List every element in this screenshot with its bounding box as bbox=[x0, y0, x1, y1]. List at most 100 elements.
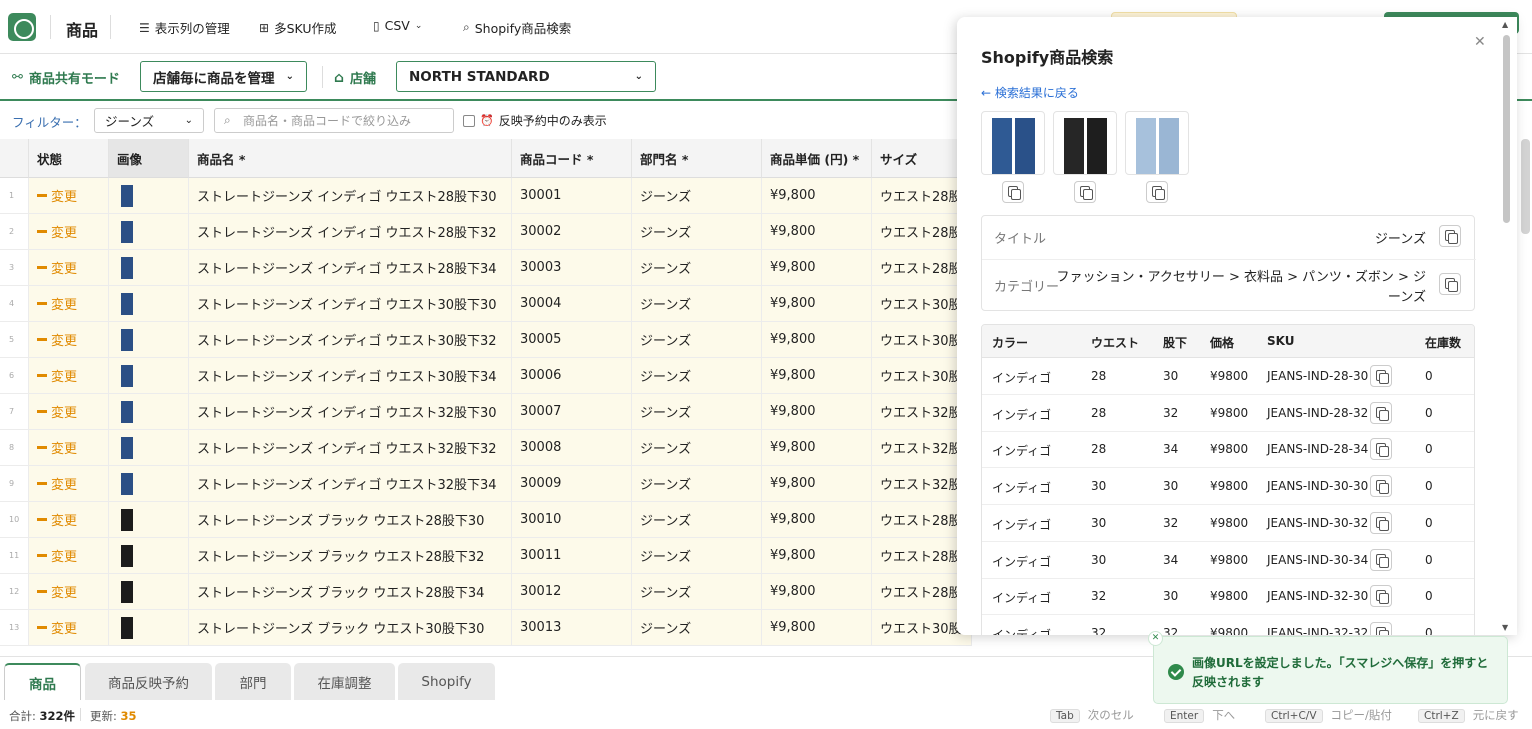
table-row[interactable]: 9 変更 ストレートジーンズ インディゴ ウエスト32股下34 30009 ジーンズ ¥9… bbox=[0, 466, 972, 502]
code-cell[interactable]: 30002 bbox=[512, 214, 632, 250]
name-cell[interactable]: ストレートジーンズ インディゴ ウエスト30股下34 bbox=[189, 358, 512, 394]
table-row[interactable]: 6 変更 ストレートジーンズ インディゴ ウエスト30股下34 30006 ジーンズ ¥9… bbox=[0, 358, 972, 394]
department-cell[interactable]: ジーンズ bbox=[632, 286, 762, 322]
status-cell[interactable]: 変更 bbox=[29, 466, 109, 502]
price-cell[interactable]: ¥9,800 bbox=[762, 610, 872, 646]
image-cell[interactable] bbox=[109, 538, 189, 574]
back-to-results-link[interactable]: ← 検索結果に戻る bbox=[981, 84, 1079, 101]
table-row[interactable]: 10 変更 ストレートジーンズ ブラック ウエスト28股下30 30010 ジーンズ ¥9… bbox=[0, 502, 972, 538]
status-cell[interactable]: 変更 bbox=[29, 178, 109, 214]
code-cell[interactable]: 30006 bbox=[512, 358, 632, 394]
table-row[interactable]: 8 変更 ストレートジーンズ インディゴ ウエスト32股下32 30008 ジーンズ ¥9… bbox=[0, 430, 972, 466]
shopify-search-button[interactable]: ⌕ Shopify商品検索 bbox=[463, 18, 571, 37]
product-image-indigo[interactable] bbox=[981, 111, 1045, 175]
copy-icon[interactable] bbox=[1370, 475, 1392, 498]
price-cell[interactable]: ¥9,800 bbox=[762, 394, 872, 430]
table-row[interactable]: 4 変更 ストレートジーンズ インディゴ ウエスト30股下30 30004 ジーンズ ¥9… bbox=[0, 286, 972, 322]
column-header-status[interactable]: 状態 bbox=[29, 139, 109, 178]
image-cell[interactable] bbox=[109, 610, 189, 646]
table-row[interactable]: 1 変更 ストレートジーンズ インディゴ ウエスト28股下30 30001 ジーンズ ¥9… bbox=[0, 178, 972, 214]
tab-products[interactable]: 商品 bbox=[4, 663, 81, 700]
code-cell[interactable]: 30008 bbox=[512, 430, 632, 466]
status-cell[interactable]: 変更 bbox=[29, 358, 109, 394]
store-select[interactable]: NORTH STANDARD ⌄ bbox=[396, 61, 656, 92]
price-cell[interactable]: ¥9,800 bbox=[762, 214, 872, 250]
price-cell[interactable]: ¥9,800 bbox=[762, 430, 872, 466]
code-cell[interactable]: 30001 bbox=[512, 178, 632, 214]
copy-icon[interactable] bbox=[1370, 365, 1392, 387]
department-cell[interactable]: ジーンズ bbox=[632, 502, 762, 538]
status-cell[interactable]: 変更 bbox=[29, 538, 109, 574]
status-cell[interactable]: 変更 bbox=[29, 430, 109, 466]
status-cell[interactable]: 変更 bbox=[29, 574, 109, 610]
price-cell[interactable]: ¥9,800 bbox=[762, 286, 872, 322]
name-cell[interactable]: ストレートジーンズ ブラック ウエスト30股下30 bbox=[189, 610, 512, 646]
product-search-input[interactable]: ⌕ 商品名・商品コードで絞り込み bbox=[214, 108, 454, 133]
multi-sku-button[interactable]: ⊞ 多SKU作成 bbox=[259, 18, 337, 37]
image-cell[interactable] bbox=[109, 286, 189, 322]
code-cell[interactable]: 30004 bbox=[512, 286, 632, 322]
column-header-code[interactable]: 商品コード * bbox=[512, 139, 632, 178]
copy-icon[interactable] bbox=[1439, 273, 1461, 295]
copy-icon[interactable] bbox=[1146, 181, 1168, 203]
department-cell[interactable]: ジーンズ bbox=[632, 538, 762, 574]
manage-columns-button[interactable]: ☰ 表示列の管理 bbox=[139, 18, 230, 37]
image-cell[interactable] bbox=[109, 430, 189, 466]
copy-icon[interactable] bbox=[1370, 401, 1392, 424]
image-cell[interactable] bbox=[109, 250, 189, 286]
image-cell[interactable] bbox=[109, 502, 189, 538]
status-cell[interactable]: 変更 bbox=[29, 214, 109, 250]
column-header-name[interactable]: 商品名 * bbox=[189, 139, 512, 178]
name-cell[interactable]: ストレートジーンズ インディゴ ウエスト28股下32 bbox=[189, 214, 512, 250]
image-cell[interactable] bbox=[109, 214, 189, 250]
department-cell[interactable]: ジーンズ bbox=[632, 250, 762, 286]
tab-product-reservations[interactable]: 商品反映予約 bbox=[85, 663, 212, 700]
image-cell[interactable] bbox=[109, 574, 189, 610]
status-cell[interactable]: 変更 bbox=[29, 502, 109, 538]
status-cell[interactable]: 変更 bbox=[29, 250, 109, 286]
checkbox[interactable] bbox=[463, 114, 475, 127]
copy-icon[interactable] bbox=[1370, 621, 1392, 635]
panel-scrollbar-thumb[interactable] bbox=[1503, 35, 1510, 223]
price-cell[interactable]: ¥9,800 bbox=[762, 574, 872, 610]
department-cell[interactable]: ジーンズ bbox=[632, 430, 762, 466]
name-cell[interactable]: ストレートジーンズ ブラック ウエスト28股下34 bbox=[189, 574, 512, 610]
code-cell[interactable]: 30009 bbox=[512, 466, 632, 502]
status-cell[interactable]: 変更 bbox=[29, 394, 109, 430]
price-cell[interactable]: ¥9,800 bbox=[762, 538, 872, 574]
image-cell[interactable] bbox=[109, 466, 189, 502]
product-image-light[interactable] bbox=[1125, 111, 1189, 175]
department-cell[interactable]: ジーンズ bbox=[632, 466, 762, 502]
code-cell[interactable]: 30011 bbox=[512, 538, 632, 574]
name-cell[interactable]: ストレートジーンズ ブラック ウエスト28股下32 bbox=[189, 538, 512, 574]
status-cell[interactable]: 変更 bbox=[29, 286, 109, 322]
name-cell[interactable]: ストレートジーンズ インディゴ ウエスト30股下30 bbox=[189, 286, 512, 322]
department-cell[interactable]: ジーンズ bbox=[632, 610, 762, 646]
copy-icon[interactable] bbox=[1439, 225, 1461, 247]
code-cell[interactable]: 30005 bbox=[512, 322, 632, 358]
csv-button[interactable]: ▯ CSV ⌄ bbox=[373, 18, 422, 33]
category-filter-select[interactable]: ジーンズ ⌄ bbox=[94, 108, 204, 133]
price-cell[interactable]: ¥9,800 bbox=[762, 502, 872, 538]
status-cell[interactable]: 変更 bbox=[29, 322, 109, 358]
close-icon[interactable]: ✕ bbox=[1474, 34, 1486, 50]
close-icon[interactable]: ✕ bbox=[1148, 631, 1163, 646]
table-row[interactable]: 7 変更 ストレートジーンズ インディゴ ウエスト32股下30 30007 ジーンズ ¥9… bbox=[0, 394, 972, 430]
image-cell[interactable] bbox=[109, 358, 189, 394]
code-cell[interactable]: 30003 bbox=[512, 250, 632, 286]
table-row[interactable]: 13 変更 ストレートジーンズ ブラック ウエスト30股下30 30013 ジーンズ ¥9… bbox=[0, 610, 972, 646]
table-row[interactable]: 5 変更 ストレートジーンズ インディゴ ウエスト30股下32 30005 ジーンズ ¥9… bbox=[0, 322, 972, 358]
app-logo[interactable] bbox=[8, 13, 36, 41]
status-cell[interactable]: 変更 bbox=[29, 610, 109, 646]
department-cell[interactable]: ジーンズ bbox=[632, 322, 762, 358]
tab-shopify[interactable]: Shopify bbox=[398, 663, 495, 700]
product-image-black[interactable] bbox=[1053, 111, 1117, 175]
code-cell[interactable]: 30012 bbox=[512, 574, 632, 610]
name-cell[interactable]: ストレートジーンズ インディゴ ウエスト28股下30 bbox=[189, 178, 512, 214]
table-row[interactable]: 2 変更 ストレートジーンズ インディゴ ウエスト28股下32 30002 ジーンズ ¥9… bbox=[0, 214, 972, 250]
department-cell[interactable]: ジーンズ bbox=[632, 214, 762, 250]
scroll-down-icon[interactable]: ▼ bbox=[1502, 623, 1508, 632]
table-row[interactable]: 3 変更 ストレートジーンズ インディゴ ウエスト28股下34 30003 ジーンズ ¥9… bbox=[0, 250, 972, 286]
name-cell[interactable]: ストレートジーンズ インディゴ ウエスト32股下34 bbox=[189, 466, 512, 502]
copy-icon[interactable] bbox=[1370, 438, 1392, 461]
